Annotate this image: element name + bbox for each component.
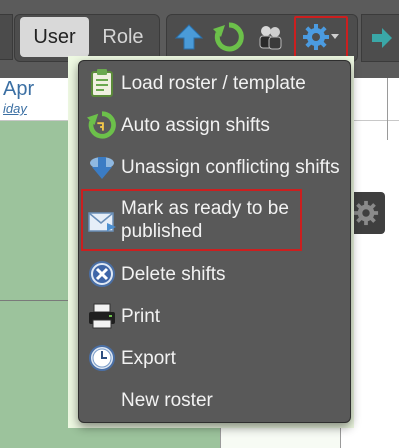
arrow-up-icon <box>174 24 204 50</box>
menu-item-label: Export <box>121 347 176 369</box>
menu-item-label: New roster <box>121 389 213 411</box>
next-button[interactable] <box>361 14 399 62</box>
menu-item-new-roster[interactable]: New roster <box>79 380 350 420</box>
arrow-down-icon <box>85 150 119 184</box>
menu-item-label: Auto assign shifts <box>121 114 270 136</box>
month-label: Apr <box>3 78 35 100</box>
day-link[interactable]: iday <box>3 101 27 116</box>
arrow-right-icon <box>372 28 392 48</box>
menu-item-print[interactable]: Print <box>79 296 350 336</box>
menu-item-delete-shifts[interactable]: Delete shifts <box>79 254 350 294</box>
gear-icon <box>353 200 379 226</box>
upload-button[interactable] <box>170 16 208 58</box>
row-divider <box>0 300 70 301</box>
printer-icon <box>85 299 119 333</box>
people-icon <box>259 26 282 50</box>
menu-item-label: Unassign conflicting shifts <box>121 156 340 178</box>
delete-icon <box>85 257 119 291</box>
menu-item-label: Load roster / template <box>121 72 306 94</box>
mark-ready-highlight <box>81 189 302 251</box>
settings-dropdown-menu: Load roster / template Auto assign shift… <box>78 60 351 423</box>
refresh-icon <box>213 22 244 52</box>
settings-highlight <box>294 16 348 58</box>
menu-item-label: Print <box>121 305 161 327</box>
role-view-button[interactable]: Role <box>92 17 154 57</box>
toolbar-left-segment[interactable] <box>0 14 13 60</box>
user-view-button[interactable]: User <box>20 17 89 57</box>
clipboard-icon <box>85 66 119 100</box>
auto-assign-button[interactable] <box>210 16 248 58</box>
menu-item-auto-assign[interactable]: Auto assign shifts <box>79 105 350 145</box>
clock-icon <box>85 341 119 375</box>
menu-item-unassign-conflicting[interactable]: Unassign conflicting shifts <box>79 147 350 187</box>
users-button[interactable] <box>251 16 289 58</box>
menu-item-load-roster[interactable]: Load roster / template <box>79 63 350 103</box>
column-divider <box>387 78 388 140</box>
menu-item-label: Delete shifts <box>121 263 226 285</box>
menu-item-export[interactable]: Export <box>79 338 350 378</box>
refresh-icon <box>85 108 119 142</box>
